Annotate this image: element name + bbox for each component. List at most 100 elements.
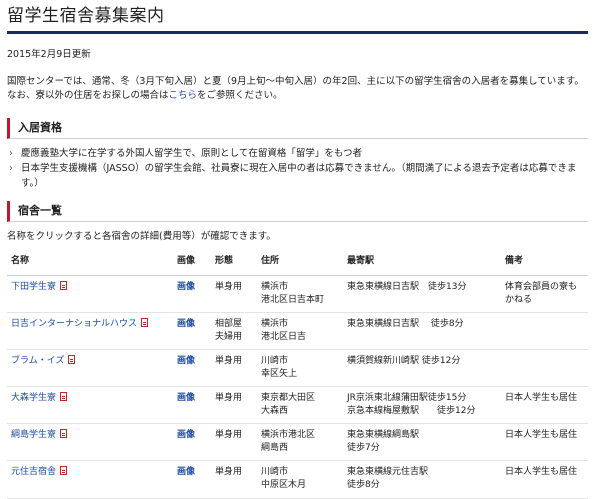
dorm-address-line: 大森西	[261, 406, 289, 417]
dorm-type-cell: 単身用	[211, 275, 257, 314]
dorm-type-cell: 単身用	[211, 460, 257, 499]
dorm-image-link[interactable]: 画像	[177, 393, 195, 403]
dorm-name-link[interactable]: 綱島学生寮	[11, 430, 56, 440]
dorm-type: 単身用	[215, 430, 243, 441]
dorm-image-cell: 画像	[173, 349, 211, 388]
pdf-icon[interactable]	[60, 466, 68, 476]
table-row: 日吉インターナショナルハウス 画像 相部屋 夫婦用 横浜市港北区日吉 東急東横線日吉駅 …	[7, 312, 588, 351]
dorm-station-cell: 東急東横線日吉駅 徒歩8分	[343, 312, 501, 351]
page-title: 留学生宿舎募集案内	[7, 0, 588, 34]
dorm-address-line: 川崎市	[261, 467, 289, 478]
dorm-station-line: 徒歩8分	[347, 480, 380, 491]
dorm-remarks-cell: 体育会部員の寮もかねる	[501, 275, 588, 314]
column-header-name: 名称	[7, 251, 173, 276]
section-heading-dorm-list: 宿舎一覧	[7, 201, 588, 223]
intro-line-1: 国際センターでは、通常、冬（3月下旬入居）と夏（9月上旬〜中旬入居）の年2回、主…	[7, 75, 584, 87]
dorm-address-cell: 川崎市 中原区木月	[257, 460, 343, 499]
qualification-list: › 慶應義塾大学に在学する外国人留学生で、原則として在留資格「留学」をもつ者 ›…	[7, 147, 588, 191]
dorm-station-cell: 東急東横線元住吉駅 徒歩8分	[343, 460, 501, 499]
dorm-image-link[interactable]: 画像	[177, 430, 195, 440]
dorm-image-link[interactable]: 画像	[177, 356, 195, 366]
dorm-table-body: 下田学生寮 画像 単身用 横浜市 港北区日吉本町 東急東横線日吉駅 徒歩13分 体育会部員の…	[7, 275, 588, 499]
dorm-address-cell: 川崎市 幸区矢上	[257, 349, 343, 388]
column-header-remarks: 備考	[501, 251, 588, 276]
dorm-remarks-cell	[501, 349, 588, 388]
dorm-address-line: 川崎市	[261, 356, 289, 367]
dorm-image-link[interactable]: 画像	[177, 319, 195, 329]
pdf-icon[interactable]	[60, 280, 68, 290]
dorm-type-cell: 相部屋 夫婦用	[211, 312, 257, 351]
dorm-address-line: 幸区矢上	[261, 369, 298, 380]
dorm-remarks-cell: 日本人学生も居住	[501, 423, 588, 462]
dorm-station-cell: JR京浜東北線蒲田駅徒歩15分 京急本線梅屋敷駅 徒歩12分	[343, 386, 501, 425]
dorm-image-link[interactable]: 画像	[177, 467, 195, 477]
dorm-table: 名称 画像 形態 住所 最寄駅 備考 下田学生寮 画像 単身用 横浜市 港北区日吉本町東…	[7, 251, 588, 499]
pdf-icon[interactable]	[68, 355, 76, 365]
dorm-address-line: 横浜市港北区	[261, 430, 316, 441]
qualification-item-text: 日本学生支援機構（JASSO）の留学生会館、社員寮に現在入居中の者は応募できませ…	[21, 162, 577, 189]
pdf-icon[interactable]	[60, 392, 68, 402]
dorm-station-cell: 横須賀線新川崎駅 徒歩12分	[343, 349, 501, 388]
dorm-image-link[interactable]: 画像	[177, 282, 195, 292]
dorm-type-cell: 単身用	[211, 349, 257, 388]
qualification-item-text: 慶應義塾大学に在学する外国人留学生で、原則として在留資格「留学」をもつ者	[21, 148, 362, 160]
dorm-type: 単身用	[215, 467, 243, 478]
dorm-address-line: 港北区日吉本町	[261, 295, 325, 306]
dorm-address-line: 中原区木月	[261, 480, 307, 491]
table-row: ブラム・イズ 画像 単身用 川崎市 幸区矢上 横須賀線新川崎駅 徒歩12分	[7, 349, 588, 388]
intro-line-2-after: をご参照ください。	[197, 90, 283, 102]
housing-info-link[interactable]: こちら	[169, 90, 198, 101]
dorm-station-line: JR京浜東北線蒲田駅徒歩15分	[347, 393, 467, 404]
table-row: 大森学生寮 画像 単身用 東京都大田区 大森西 JR京浜東北線蒲田駅徒歩15分 京急本線梅屋…	[7, 386, 588, 425]
column-header-station: 最寄駅	[343, 251, 501, 276]
dorm-station-cell: 東急東横線綱島駅 徒歩7分	[343, 423, 501, 462]
page: 留学生宿舎募集案内 2015年2月9日更新 国際センターでは、通常、冬（3月下旬…	[0, 0, 600, 499]
dorm-address-cell: 横浜市港北区日吉本町	[257, 275, 343, 314]
dorm-station-line: 横須賀線新川崎駅 徒歩12分	[347, 356, 461, 367]
qualification-item: › 日本学生支援機構（JASSO）の留学生会館、社員寮に現在入居中の者は応募でき…	[7, 162, 588, 191]
dorm-address-line: 東京都大田区	[261, 393, 316, 404]
dorm-type: 単身用	[215, 356, 243, 367]
dorm-type: 単身用	[215, 393, 243, 404]
updated-date: 2015年2月9日更新	[7, 49, 91, 60]
dorm-name-link[interactable]: 日吉インターナショナルハウス	[11, 319, 137, 329]
dorm-remarks-cell	[501, 312, 588, 351]
dorm-station-line: 東急東横線綱島駅	[347, 430, 420, 441]
dorm-list-note: 名称をクリックすると各宿舎の詳細(費用等）が確認できます。	[7, 231, 276, 243]
dorm-name-cell: ブラム・イズ	[7, 349, 173, 388]
dorm-remarks-cell: 日本人学生も居住	[501, 460, 588, 499]
pdf-icon[interactable]	[60, 429, 68, 439]
dorm-name-cell: 大森学生寮	[7, 386, 173, 425]
column-header-type: 形態	[211, 251, 257, 276]
dorm-image-cell: 画像	[173, 386, 211, 425]
intro-line-2: なお、寮以外の住居をお探しの場合はこちらをご参照ください。	[7, 89, 588, 104]
dorm-name-link[interactable]: 下田学生寮	[11, 282, 56, 292]
dorm-address-line: 横浜市	[261, 281, 289, 292]
dorm-name-link[interactable]: ブラム・イズ	[11, 356, 64, 366]
dorm-name-link[interactable]: 元住吉宿舎	[11, 467, 56, 477]
dorm-type: 単身用	[215, 281, 243, 292]
dorm-station-line: 東急東横線日吉駅 徒歩8分	[347, 319, 464, 330]
dorm-address-line: 綱島西	[261, 443, 289, 454]
chevron-right-icon: ›	[9, 162, 13, 174]
dorm-image-cell: 画像	[173, 460, 211, 499]
dorm-address-cell: 横浜市港北区 綱島西	[257, 423, 343, 462]
table-row: 綱島学生寮 画像 単身用 横浜市港北区 綱島西 東急東横線綱島駅 徒歩7分 日本人学生も居住	[7, 423, 588, 462]
dorm-remarks-cell: 日本人学生も居住	[501, 386, 588, 425]
intro-text: 国際センターでは、通常、冬（3月下旬入居）と夏（9月上旬〜中旬入居）の年2回、主…	[7, 75, 588, 104]
dorm-station-cell: 東急東横線日吉駅 徒歩13分	[343, 275, 501, 314]
dorm-image-cell: 画像	[173, 275, 211, 314]
dorm-type-cell: 単身用	[211, 423, 257, 462]
dorm-address-line: 横浜市	[261, 319, 289, 330]
dorm-station-line: 東急東横線元住吉駅	[347, 467, 429, 478]
table-row: 元住吉宿舎 画像 単身用 川崎市 中原区木月 東急東横線元住吉駅 徒歩8分 日本人学生も居住	[7, 460, 588, 499]
dorm-type: 相部屋 夫婦用	[215, 319, 243, 343]
dorm-image-cell: 画像	[173, 423, 211, 462]
section-heading-qualification: 入居資格	[7, 118, 588, 140]
dorm-address-line: 港北区日吉	[261, 332, 307, 343]
dorm-name-cell: 元住吉宿舎	[7, 460, 173, 499]
dorm-name-link[interactable]: 大森学生寮	[11, 393, 56, 403]
pdf-icon[interactable]	[141, 318, 149, 328]
qualification-item: › 慶應義塾大学に在学する外国人留学生で、原則として在留資格「留学」をもつ者	[7, 147, 588, 162]
dorm-name-cell: 日吉インターナショナルハウス	[7, 312, 173, 351]
